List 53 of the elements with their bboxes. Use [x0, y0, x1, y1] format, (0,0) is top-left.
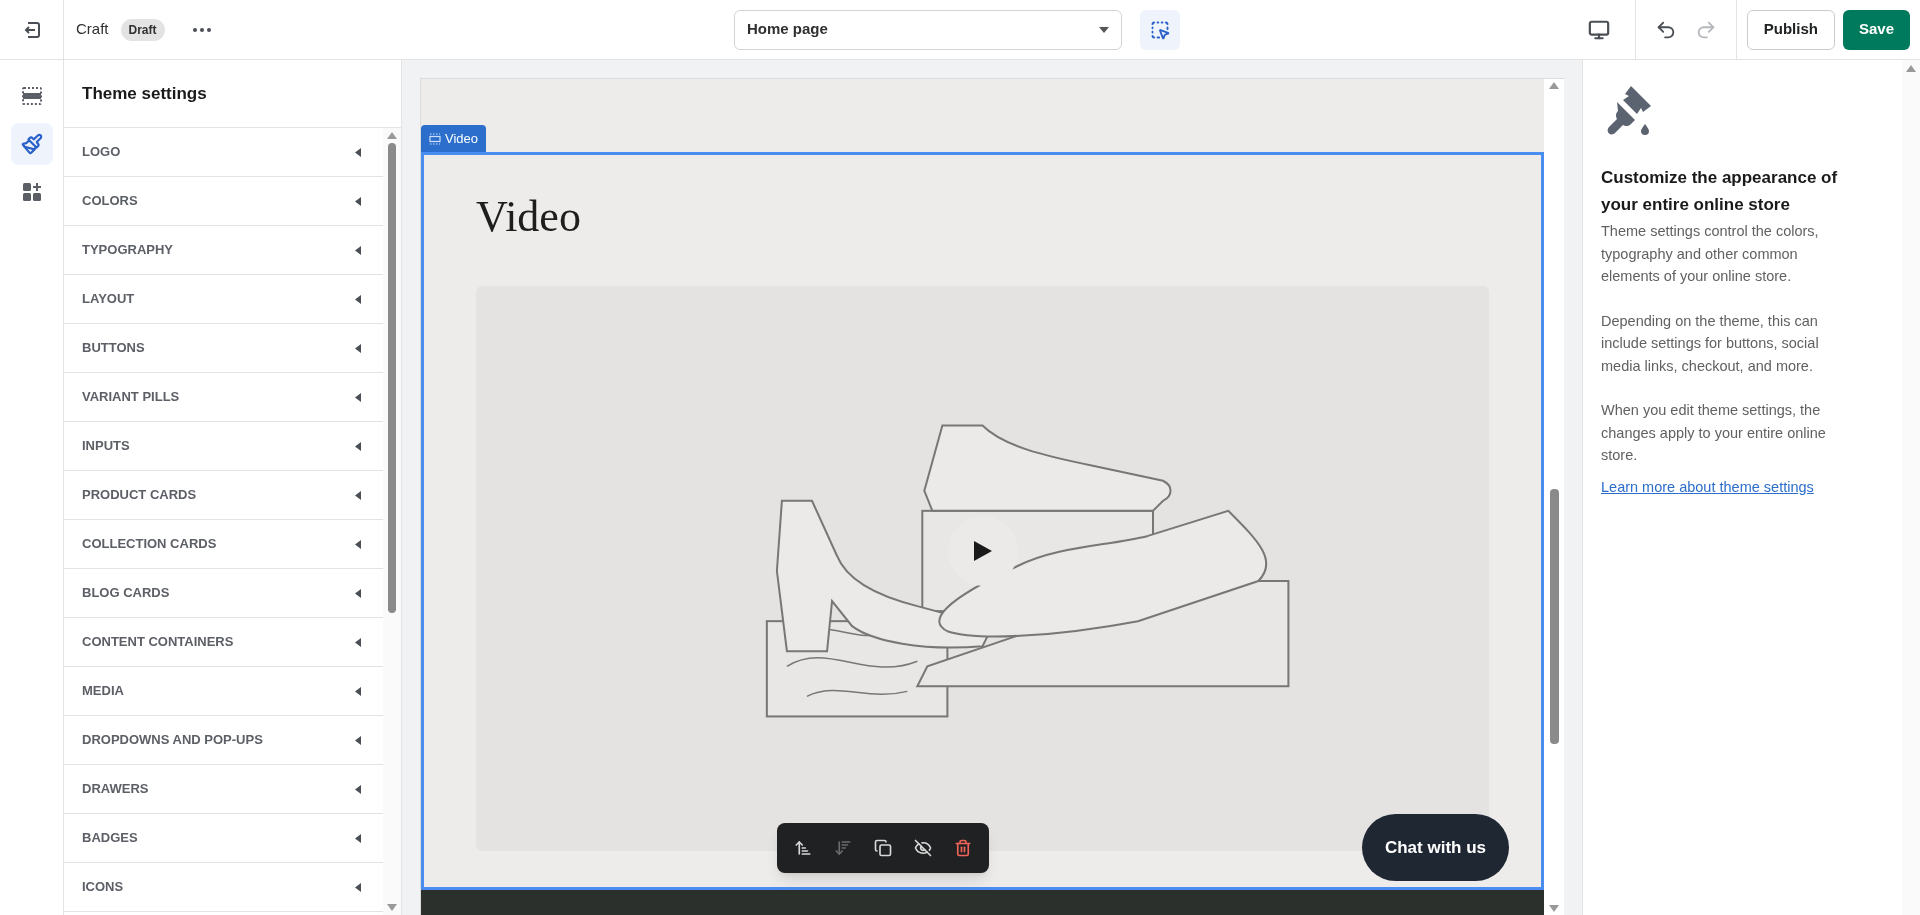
caret-icon [355, 392, 361, 402]
caret-icon [355, 539, 361, 549]
theme-tab[interactable] [10, 123, 53, 165]
info-paragraph: When you edit theme settings, the changes apply to your entire online store. [1601, 401, 1827, 465]
scroll-down-icon[interactable] [387, 904, 397, 911]
panel-title: Theme settings [82, 82, 207, 105]
section-label[interactable]: Video [421, 125, 486, 152]
duplicate-icon [873, 839, 892, 857]
status-badge: Draft [120, 18, 165, 41]
caret-icon [355, 490, 361, 500]
caret-icon [355, 588, 361, 598]
store-name: Craft [76, 19, 109, 40]
inspector-button[interactable] [1140, 9, 1180, 50]
page-selector[interactable]: Home page [734, 9, 1122, 50]
play-icon [973, 541, 992, 561]
publish-button[interactable]: Publish [1746, 9, 1835, 50]
info-paragraph: Theme settings control the colors, typography and other common elements of your online store. [1601, 222, 1820, 286]
caret-icon [355, 735, 361, 745]
caret-icon [355, 294, 361, 304]
hide-icon [913, 839, 932, 857]
caret-icon [355, 196, 361, 206]
save-button[interactable]: Save [1842, 9, 1910, 50]
chat-button[interactable]: Chat with us [1361, 814, 1509, 881]
section-heading: Video [476, 195, 582, 239]
caret-icon [355, 686, 361, 696]
more-icon [192, 27, 211, 32]
section-icon [429, 132, 441, 145]
select-pointer-icon [1150, 19, 1170, 40]
scroll-down-icon[interactable] [1549, 905, 1559, 912]
caret-icon [355, 147, 361, 157]
scroll-up-icon[interactable] [1906, 65, 1916, 72]
info-heading: Customize the appearance of your entire online store [1601, 167, 1839, 216]
info-paragraph: Depending on the theme, this can include settings for buttons, social media links, checkout, and more. [1601, 311, 1820, 376]
scroll-up-icon[interactable] [387, 132, 397, 139]
apps-icon [20, 181, 43, 203]
scrollbar-thumb[interactable] [388, 143, 396, 613]
caret-icon [355, 637, 361, 647]
move-down-icon [833, 839, 852, 857]
move-up-icon [793, 839, 812, 857]
caret-icon [355, 441, 361, 451]
caret-icon [355, 245, 361, 255]
sections-icon [20, 85, 43, 107]
monitor-icon [1587, 18, 1610, 41]
delete-icon [953, 839, 972, 857]
learn-more-link[interactable]: Learn more about theme settings [1601, 476, 1814, 499]
scroll-up-icon[interactable] [1549, 82, 1559, 89]
caret-icon [1099, 26, 1109, 33]
caret-icon [355, 343, 361, 353]
scrollbar-thumb[interactable] [1549, 489, 1559, 744]
caret-icon [355, 833, 361, 843]
paintbrush-icon [20, 133, 43, 155]
caret-icon [355, 882, 361, 892]
caret-icon [355, 784, 361, 794]
